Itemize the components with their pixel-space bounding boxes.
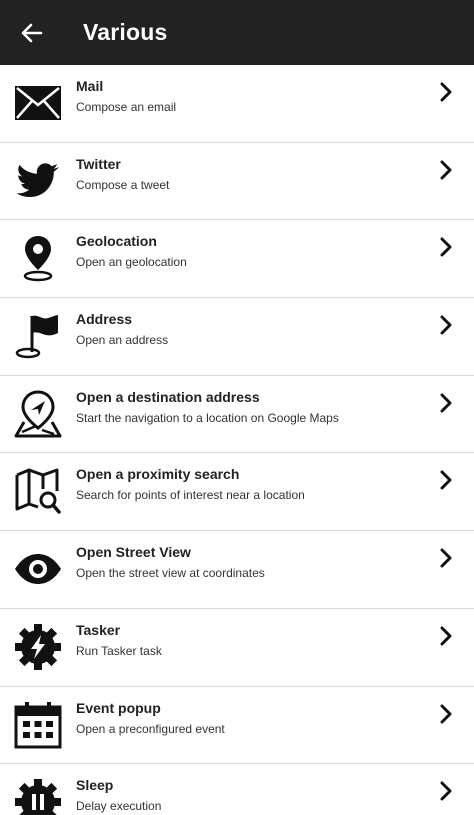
calendar-icon [13,700,63,750]
list-item-tasker[interactable]: Tasker Run Tasker task [0,608,474,687]
arrow-left-icon [21,23,43,42]
item-subtitle: Open the street view at coordinates [76,566,265,581]
item-title: Open a destination address [76,388,260,405]
item-subtitle: Search for points of interest near a loc… [76,488,305,503]
action-list: Mail Compose an email Twitter Compose a … [0,65,474,815]
twitter-icon [13,156,63,206]
chevron-right-icon [438,703,454,725]
navigation-map-icon [13,389,63,439]
chevron-right-icon [438,314,454,336]
item-subtitle: Run Tasker task [76,643,162,658]
map-pin-icon [13,233,63,283]
item-subtitle: Compose an email [76,100,177,114]
page-title: Various [83,19,168,45]
item-subtitle: Open an address [76,333,169,348]
item-subtitle: Compose a tweet [76,177,170,192]
mail-icon [13,78,63,128]
list-item-mail[interactable]: Mail Compose an email [0,65,474,143]
item-title: Geolocation [76,233,157,250]
list-item-proximity-search[interactable]: Open a proximity search Search for point… [0,453,474,532]
item-subtitle: Start the navigation to a location on Go… [76,410,339,425]
app-bar: Various [0,0,474,65]
item-title: Open a proximity search [76,466,240,483]
list-item-destination[interactable]: Open a destination address Start the nav… [0,375,474,454]
chevron-right-icon [438,547,454,569]
eye-icon [13,544,63,594]
map-search-icon [13,466,63,516]
item-title: Sleep [76,777,114,794]
item-title: Open Street View [76,544,191,561]
list-item-address[interactable]: Address Open an address [0,298,474,376]
chevron-right-icon [438,780,454,802]
list-item-twitter[interactable]: Twitter Compose a tweet [0,142,474,221]
list-item-street-view[interactable]: Open Street View Open the street view at… [0,531,474,609]
back-button[interactable] [0,0,64,65]
chevron-right-icon [438,469,454,491]
chevron-right-icon [438,159,454,181]
pause-gear-icon [13,777,63,815]
item-title: Twitter [76,155,121,172]
chevron-right-icon [438,236,454,258]
item-title: Address [76,311,133,328]
item-subtitle: Delay execution [76,799,162,814]
chevron-right-icon [438,392,454,414]
list-item-sleep[interactable]: Sleep Delay execution [0,764,474,815]
tasker-gear-icon [13,622,63,672]
item-title: Event popup [76,699,161,716]
chevron-right-icon [438,625,454,647]
chevron-right-icon [438,81,454,103]
item-subtitle: Open a preconfigured event [76,721,225,736]
list-item-geolocation[interactable]: Geolocation Open an geolocation [0,220,474,299]
item-subtitle: Open an geolocation [76,255,187,270]
list-item-event-popup[interactable]: Event popup Open a preconfigured event [0,686,474,765]
flag-pin-icon [13,311,63,361]
item-title: Tasker [76,621,121,638]
item-title: Mail [76,78,104,94]
